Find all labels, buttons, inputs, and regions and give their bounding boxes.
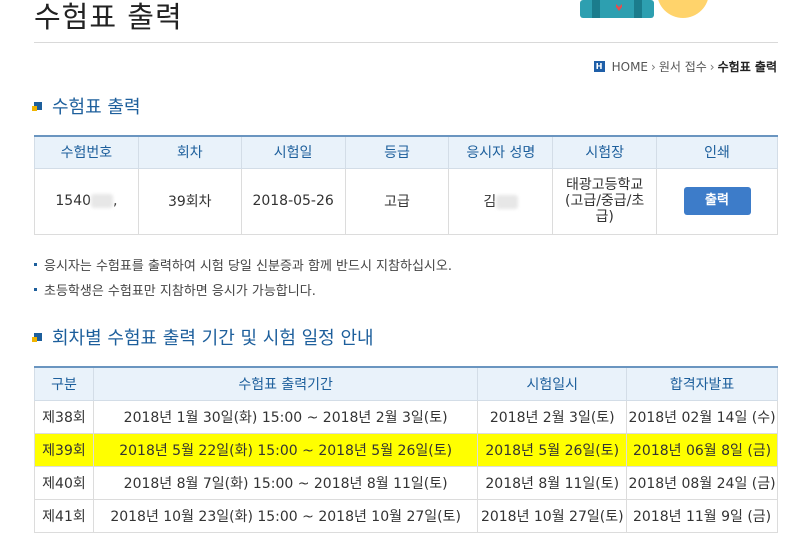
- ticket-table: 수험번호 회차 시험일 등급 응시자 성명 시험장 인쇄 1540, 39회차 …: [34, 135, 778, 235]
- col-header: 회차: [137, 135, 242, 169]
- chevron-right-icon: ›: [709, 59, 715, 74]
- result-cell: 2018년 11월 9일 (금): [626, 498, 778, 533]
- notice-list: 응시자는 수험표를 출력하여 시험 당일 신분증과 함께 반드시 지참하십시오.…: [34, 252, 452, 302]
- applicant-name: 김: [483, 194, 497, 210]
- exam-number: 1540: [55, 193, 92, 209]
- date-cell: 2018-05-26: [240, 167, 346, 235]
- list-item: 응시자는 수험표를 출력하여 시험 당일 신분증과 함께 반드시 지참하십시오.: [34, 252, 452, 277]
- exam-number-suffix: ,: [113, 193, 118, 209]
- table-row: 제41회 2018년 10월 23일(화) 15:00 ~ 2018년 10월 …: [34, 498, 778, 533]
- result-cell: 2018년 06월 8일 (금): [626, 432, 778, 467]
- result-cell: 2018년 02월 14일 (수): [626, 399, 778, 434]
- print-cell: 출력: [656, 167, 778, 235]
- table-row: 제40회 2018년 8월 7일(화) 15:00 ~ 2018년 8월 11일…: [34, 465, 778, 500]
- round-cell: 제41회: [34, 498, 94, 533]
- section-title-text: 회차별 수험표 출력 기간 및 시험 일정 안내: [52, 328, 374, 349]
- col-header: 수험표 출력기간: [92, 366, 479, 401]
- table-header-row: 구분 수험표 출력기간 시험일시 합격자발표: [34, 366, 778, 401]
- page-title: 수험표 출력: [34, 0, 183, 34]
- section-bullet-icon: [32, 333, 42, 342]
- section-title-text: 수험표 출력: [52, 97, 141, 118]
- period-cell: 2018년 5월 22일(화) 15:00 ~ 2018년 5월 26일(토): [92, 432, 479, 467]
- header-illustration: [580, 0, 708, 18]
- redacted-mask: [91, 194, 114, 208]
- table-row: 제38회 2018년 1월 30일(화) 15:00 ~ 2018년 2월 3일…: [34, 399, 778, 434]
- result-cell: 2018년 08월 24일 (금): [626, 465, 778, 500]
- venue-line: 급): [595, 209, 614, 225]
- venue-line: (고급/중급/초: [564, 193, 645, 209]
- breadcrumb-step[interactable]: 원서 접수: [659, 58, 707, 75]
- col-header: 시험일: [240, 135, 346, 169]
- list-item: 초등학생은 수험표만 지참하면 응시가 가능합니다.: [34, 277, 452, 302]
- exam-cell: 2018년 5월 26일(토): [477, 432, 628, 467]
- exam-cell: 2018년 10월 27일(토): [477, 498, 628, 533]
- redacted-mask: [496, 195, 519, 209]
- title-divider: [34, 42, 778, 43]
- period-cell: 2018년 8월 7일(화) 15:00 ~ 2018년 8월 11일(토): [92, 465, 479, 500]
- col-header: 응시자 성명: [448, 135, 554, 169]
- col-header: 수험번호: [34, 135, 139, 169]
- grade-cell: 고급: [344, 167, 450, 235]
- exam-number-cell: 1540,: [34, 167, 139, 235]
- exam-cell: 2018년 2월 3일(토): [477, 399, 628, 434]
- round-cell: 제39회: [34, 432, 94, 467]
- table-header-row: 수험번호 회차 시험일 등급 응시자 성명 시험장 인쇄: [34, 135, 778, 169]
- col-header: 구분: [34, 366, 94, 401]
- print-button[interactable]: 출력: [683, 187, 751, 215]
- schedule-table: 구분 수험표 출력기간 시험일시 합격자발표 제38회 2018년 1월 30일…: [34, 366, 778, 533]
- period-cell: 2018년 1월 30일(화) 15:00 ~ 2018년 2월 3일(토): [92, 399, 479, 434]
- col-header: 시험장: [552, 135, 658, 169]
- round-cell: 제40회: [34, 465, 94, 500]
- venue-cell: 태광고등학교 (고급/중급/초 급): [552, 167, 658, 235]
- round-cell: 39회차: [137, 167, 242, 235]
- chevron-right-icon: ›: [651, 59, 656, 74]
- section-title-ticket: 수험표 출력: [32, 93, 141, 119]
- exam-cell: 2018년 8월 11일(토): [477, 465, 628, 500]
- table-row: 1540, 39회차 2018-05-26 고급 김 태광고등학교 (고급/중급…: [34, 167, 778, 235]
- round-cell: 제38회: [34, 399, 94, 434]
- col-header: 인쇄: [656, 135, 778, 169]
- breadcrumb-home[interactable]: HOME: [612, 60, 648, 74]
- period-cell: 2018년 10월 23일(화) 15:00 ~ 2018년 10월 27일(토…: [92, 498, 479, 533]
- col-header: 시험일시: [477, 366, 628, 401]
- section-bullet-icon: [32, 102, 42, 111]
- table-row-highlighted: 제39회 2018년 5월 22일(화) 15:00 ~ 2018년 5월 26…: [34, 432, 778, 467]
- venue-line: 태광고등학교: [565, 177, 644, 193]
- col-header: 합격자발표: [626, 366, 778, 401]
- name-cell: 김: [448, 167, 554, 235]
- breadcrumb-current: 수험표 출력: [717, 60, 777, 74]
- breadcrumb: H HOME › 원서 접수 › 수험표 출력: [593, 58, 777, 75]
- col-header: 등급: [344, 135, 450, 169]
- home-icon: H: [593, 61, 605, 72]
- section-title-schedule: 회차별 수험표 출력 기간 및 시험 일정 안내: [32, 324, 374, 350]
